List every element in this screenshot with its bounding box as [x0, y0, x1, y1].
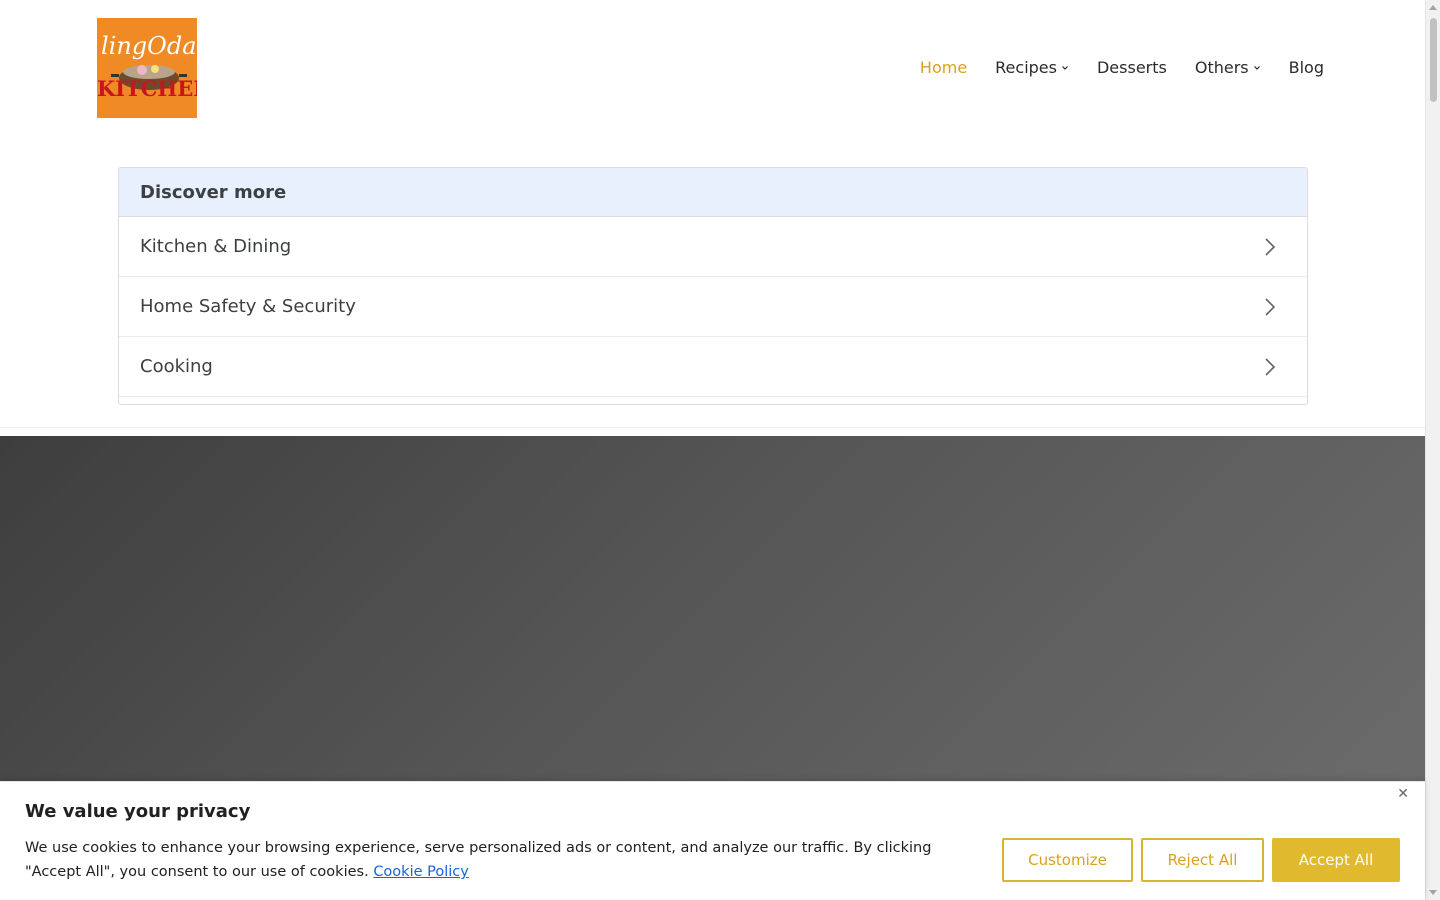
nav-item-label: Blog: [1288, 58, 1324, 77]
nav-item-recipes[interactable]: Recipes: [995, 56, 1069, 80]
reject-all-button[interactable]: Reject All: [1141, 838, 1264, 882]
cookie-description: We use cookies to enhance your browsing …: [25, 836, 975, 884]
chevron-down-icon: [1062, 66, 1068, 70]
discover-item-cooking[interactable]: Cooking: [119, 337, 1307, 397]
nav-item-label: Desserts: [1096, 58, 1167, 77]
nav-item-desserts[interactable]: Desserts: [1097, 56, 1167, 80]
divider: [0, 427, 1425, 428]
cookie-consent-banner: ✕ We value your privacy We use cookies t…: [0, 781, 1425, 900]
discover-item-label: Kitchen & Dining: [140, 236, 292, 257]
discover-item-label: Home Safety & Security: [140, 296, 356, 317]
chevron-right-icon: [1265, 237, 1276, 256]
cookie-title: We value your privacy: [25, 801, 251, 822]
chevron-right-icon: [1265, 297, 1276, 316]
logo-top-text: lingOda: [101, 32, 197, 60]
nav-item-others[interactable]: Others: [1195, 56, 1261, 80]
scroll-up-icon[interactable]: [1429, 5, 1437, 10]
cookie-text: We use cookies to enhance your browsing …: [25, 840, 932, 880]
logo-image: lingOda KITCHEN: [97, 18, 197, 118]
nav-item-label: Home: [919, 58, 968, 77]
hero-banner: [0, 436, 1425, 786]
chevron-down-icon: [1253, 66, 1260, 70]
main-nav: Home Recipes Desserts Others Blog: [892, 56, 1324, 80]
close-icon[interactable]: ✕: [1397, 786, 1409, 802]
discover-more-title: Discover more: [119, 168, 1307, 217]
cookie-policy-link[interactable]: Cookie Policy: [373, 864, 469, 880]
logo-bottom-text: KITCHEN: [97, 76, 197, 101]
scroll-down-icon[interactable]: [1429, 890, 1437, 895]
nav-item-blog[interactable]: Blog: [1289, 56, 1324, 80]
nav-item-label: Others: [1194, 58, 1249, 77]
site-header: lingOda KITCHEN Home Recipes Desserts Ot…: [0, 0, 1425, 136]
discover-more-panel: Discover more Kitchen & Dining Home Safe…: [118, 167, 1308, 405]
page-scrollbar[interactable]: [1425, 0, 1440, 900]
discover-item-home-safety[interactable]: Home Safety & Security: [119, 277, 1307, 337]
nav-item-label: Recipes: [995, 58, 1057, 77]
discover-item-kitchen-dining[interactable]: Kitchen & Dining: [119, 217, 1307, 277]
site-logo[interactable]: lingOda KITCHEN: [97, 18, 197, 118]
scrollbar-thumb[interactable]: [1430, 18, 1437, 102]
accept-all-button[interactable]: Accept All: [1272, 838, 1400, 882]
nav-item-home[interactable]: Home: [920, 56, 967, 80]
discover-item-label: Cooking: [140, 356, 213, 377]
chevron-right-icon: [1265, 357, 1276, 376]
customize-button[interactable]: Customize: [1002, 838, 1133, 882]
